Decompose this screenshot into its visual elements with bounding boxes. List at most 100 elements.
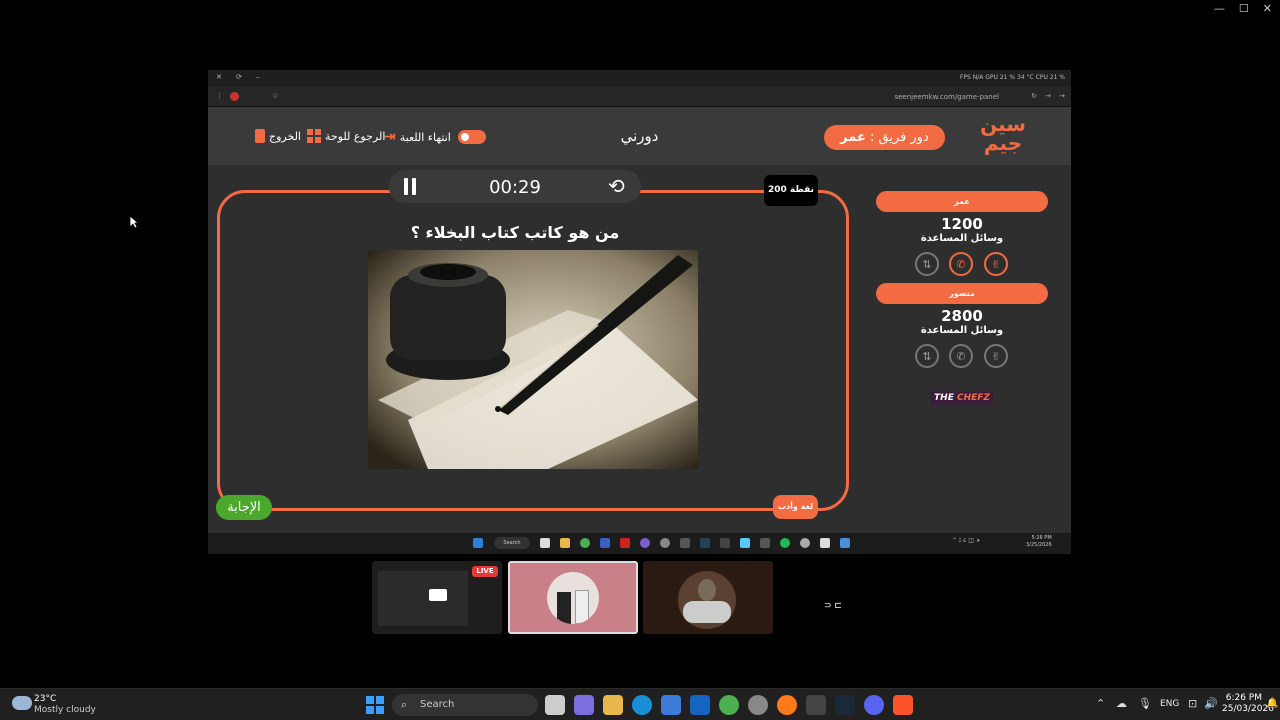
firefox-icon[interactable] bbox=[777, 695, 797, 715]
start-icon[interactable] bbox=[473, 538, 483, 548]
minimize-icon[interactable]: – bbox=[256, 73, 260, 81]
store-icon[interactable] bbox=[661, 695, 681, 715]
app-icon[interactable] bbox=[800, 538, 810, 548]
url-text[interactable]: seenjeemkw.com/game-panel bbox=[894, 93, 999, 101]
brave-icon[interactable] bbox=[893, 695, 913, 715]
app-icon[interactable] bbox=[640, 538, 650, 548]
seen-jeem-logo: سين جيم bbox=[980, 112, 1026, 155]
extension-icon[interactable] bbox=[230, 92, 239, 101]
chevron-up-icon[interactable]: ⌃ bbox=[1096, 697, 1105, 710]
inner-taskbar: Search ⌃ ⟟ ε ◫ 🕨 5:26 PM 3/25/2026 bbox=[208, 533, 1071, 554]
app-icon[interactable] bbox=[820, 538, 830, 548]
category-badge: لغة وأدب bbox=[773, 495, 818, 519]
thumbnail-screen-share[interactable]: LIVE bbox=[372, 561, 502, 634]
copilot-icon[interactable] bbox=[574, 695, 594, 715]
aids-label: وسائل المساعدة bbox=[920, 325, 1004, 336]
thumbnail-participant[interactable]: ⊃ ⊏ bbox=[778, 561, 908, 634]
edge-icon[interactable] bbox=[632, 695, 652, 715]
maximize-icon[interactable]: ☐ bbox=[1239, 2, 1249, 15]
aids-label: وسائل المساعدة bbox=[920, 233, 1004, 244]
taskbar: 23°C Mostly cloudy Search ⌕ ⌃ ☁ 🎙 ENG ⊡ … bbox=[0, 688, 1280, 720]
file-explorer-icon[interactable] bbox=[603, 695, 623, 715]
chrome-icon[interactable] bbox=[719, 695, 739, 715]
inner-clock: 5:26 PM 3/25/2026 bbox=[1026, 535, 1052, 548]
volume-icon[interactable]: 🔊 bbox=[1204, 697, 1218, 710]
perf-stats: FPS N/A GPU 21 % 34 °C CPU 21 % bbox=[959, 74, 1065, 81]
refresh-icon[interactable]: ↻ bbox=[1031, 92, 1037, 100]
menu-icon[interactable]: ⋮ bbox=[216, 92, 223, 100]
steam-icon[interactable] bbox=[700, 538, 710, 548]
question-text: من هو كاتب كتاب البخلاء ؟ bbox=[410, 223, 620, 242]
discord-icon[interactable] bbox=[864, 695, 884, 715]
app-icon[interactable] bbox=[680, 538, 690, 548]
two-answers-icon[interactable]: ✌ bbox=[984, 252, 1008, 276]
game-body: 00:29 ⟲ 200 نقطة من هو كاتب كتاب البخلاء… bbox=[208, 165, 1071, 533]
search-icon: ⌕ bbox=[401, 698, 408, 711]
chrome-icon[interactable] bbox=[580, 538, 590, 548]
team-name-badge: منصور bbox=[876, 283, 1048, 304]
swap-question-icon[interactable]: ⇅ bbox=[915, 344, 939, 368]
task-view-icon[interactable] bbox=[545, 695, 565, 715]
sponsor-logo: THE CHEFZ bbox=[931, 391, 993, 405]
language-indicator[interactable]: ENG bbox=[1160, 699, 1179, 709]
avatar-glyph: ⊃ ⊏ bbox=[824, 601, 842, 611]
folder-icon[interactable] bbox=[560, 538, 570, 548]
minimize-icon[interactable]: — bbox=[1214, 2, 1225, 15]
star-icon[interactable]: ☆ bbox=[272, 92, 278, 100]
app-icon[interactable] bbox=[760, 538, 770, 548]
weather-desc[interactable]: Mostly cloudy bbox=[34, 705, 96, 715]
steam-icon[interactable] bbox=[835, 695, 855, 715]
close-icon[interactable]: ✕ bbox=[216, 73, 222, 81]
app-icon[interactable] bbox=[540, 538, 550, 548]
reload-icon[interactable]: ⟳ bbox=[236, 73, 242, 81]
windows-start-icon[interactable] bbox=[366, 696, 384, 714]
app-icon[interactable] bbox=[740, 538, 750, 548]
answer-button[interactable]: الإجابة bbox=[216, 495, 272, 520]
shared-screen: ✕ ⟳ – FPS N/A GPU 21 % 34 °C CPU 21 % ⋮ … bbox=[208, 70, 1071, 554]
window-controls: — ☐ ✕ bbox=[1214, 2, 1272, 15]
monitor-icon bbox=[429, 589, 447, 601]
timer-bar: 00:29 ⟲ bbox=[389, 170, 641, 203]
team-score: 1200 bbox=[941, 215, 983, 233]
notification-icon[interactable]: 🔔 bbox=[1266, 698, 1278, 709]
app-icon[interactable] bbox=[840, 538, 850, 548]
thumbnail-participant[interactable] bbox=[508, 561, 638, 634]
app-icon[interactable] bbox=[660, 538, 670, 548]
phone-friend-icon[interactable]: ✆ bbox=[949, 252, 973, 276]
forward-icon[interactable]: → bbox=[1059, 92, 1065, 100]
turn-label: دور فريق : bbox=[869, 130, 929, 145]
team-score: 2800 bbox=[941, 307, 983, 325]
app-icon[interactable] bbox=[620, 538, 630, 548]
thumbnail-participant[interactable] bbox=[643, 561, 773, 634]
back-icon[interactable]: → bbox=[1045, 92, 1051, 100]
turn-team: عمر bbox=[840, 130, 866, 145]
microphone-icon[interactable]: 🎙 bbox=[1138, 697, 1152, 710]
weather-cloud-icon bbox=[12, 696, 32, 710]
spotify-icon[interactable] bbox=[780, 538, 790, 548]
mail-icon[interactable] bbox=[690, 695, 710, 715]
cloud-icon[interactable]: ☁ bbox=[1116, 697, 1127, 710]
mouse-cursor-icon bbox=[129, 215, 139, 229]
phone-friend-icon[interactable]: ✆ bbox=[949, 344, 973, 368]
current-turn-badge: دور فريق : عمر bbox=[824, 125, 945, 150]
close-icon[interactable]: ✕ bbox=[1263, 2, 1272, 15]
search-box[interactable]: Search bbox=[392, 694, 538, 716]
clock-time: 6:26 PM bbox=[1225, 693, 1262, 703]
swap-question-icon[interactable]: ⇅ bbox=[915, 252, 939, 276]
clock[interactable]: 6:26 PM 25/03/2026 bbox=[1222, 693, 1274, 715]
points-badge: 200 نقطة bbox=[764, 175, 818, 206]
reset-timer-icon[interactable]: ⟲ bbox=[608, 174, 625, 198]
search-box[interactable]: Search bbox=[494, 537, 530, 549]
live-badge: LIVE bbox=[472, 566, 498, 577]
app-icon[interactable] bbox=[600, 538, 610, 548]
app-icon[interactable] bbox=[806, 695, 826, 715]
avatar bbox=[678, 571, 736, 629]
obs-icon[interactable] bbox=[748, 695, 768, 715]
weather-temp[interactable]: 23°C bbox=[34, 694, 56, 704]
browser-titlebar: ✕ ⟳ – FPS N/A GPU 21 % 34 °C CPU 21 % bbox=[208, 70, 1071, 87]
app-icon[interactable] bbox=[720, 538, 730, 548]
address-bar[interactable]: ⋮ ☆ seenjeemkw.com/game-panel ↻ → → bbox=[208, 87, 1071, 107]
two-answers-icon[interactable]: ✌ bbox=[984, 344, 1008, 368]
network-icon[interactable]: ⊡ bbox=[1188, 697, 1197, 710]
team-name-badge: عمر bbox=[876, 191, 1048, 212]
